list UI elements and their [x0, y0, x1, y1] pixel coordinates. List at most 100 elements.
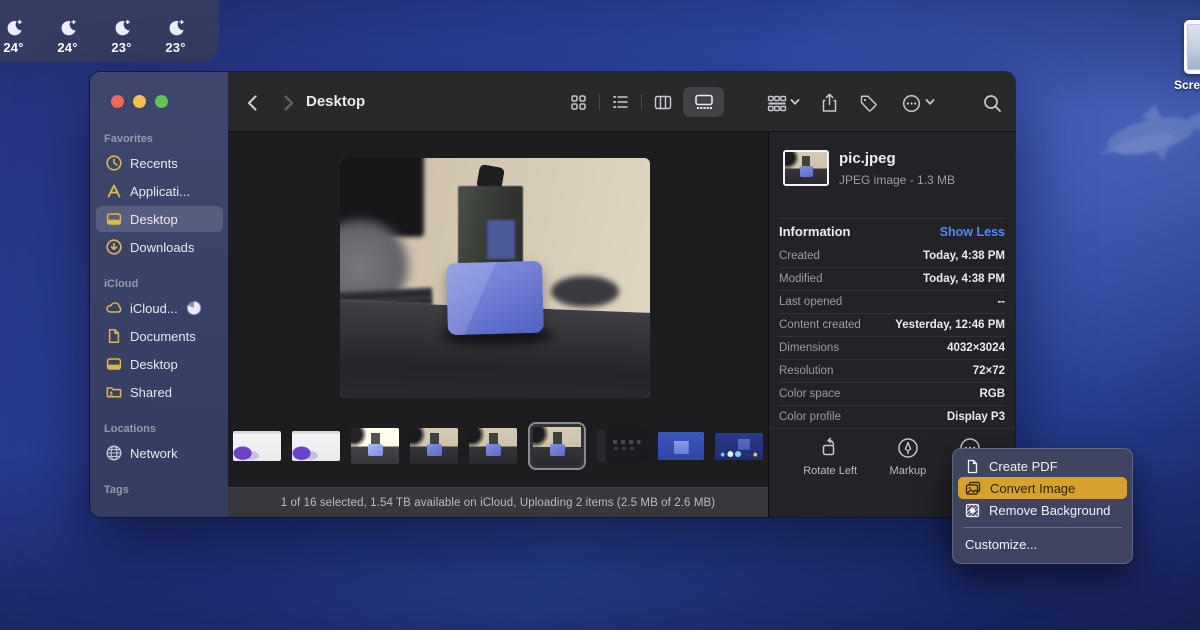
- sidebar-item-downloads[interactable]: Downloads: [96, 234, 223, 260]
- sidebar-item-desktop-icloud[interactable]: Desktop: [96, 351, 223, 377]
- sidebar-section-favorites: Favorites: [104, 133, 153, 145]
- zoom-button[interactable]: [155, 95, 168, 108]
- preview-image[interactable]: [340, 158, 650, 398]
- weather-hour: 23°: [94, 18, 149, 55]
- info-value: --: [997, 296, 1005, 308]
- sync-progress-badge: [187, 301, 201, 315]
- group-button[interactable]: [764, 90, 790, 116]
- info-label: Created: [779, 250, 820, 262]
- cloud-icon: [105, 299, 123, 317]
- window-title: Desktop: [306, 72, 365, 132]
- weather-hour: 24°: [40, 18, 95, 55]
- info-table: CreatedToday, 4:38 PM ModifiedToday, 4:3…: [779, 244, 1005, 428]
- back-button[interactable]: [239, 90, 265, 116]
- chevron-down-icon: [790, 98, 800, 106]
- moon-stars-icon: [166, 18, 186, 38]
- markup-icon: [897, 437, 919, 459]
- thumbnail-6-selected[interactable]: [528, 422, 586, 470]
- info-row-content-created: Content createdYesterday, 12:46 PM: [779, 313, 1005, 336]
- share-button[interactable]: [816, 90, 842, 116]
- list-view-button[interactable]: [600, 87, 641, 117]
- finder-toolbar: Desktop: [228, 72, 1015, 132]
- desktop-window-icon: [105, 355, 123, 373]
- menu-item-customize[interactable]: Customize...: [958, 533, 1127, 555]
- gallery-view-icon: [694, 94, 714, 110]
- thumbnail-9[interactable]: [715, 433, 763, 460]
- menu-separator: [963, 527, 1122, 528]
- thumbnail-1[interactable]: [233, 431, 281, 461]
- thumbnail-8[interactable]: [658, 432, 704, 460]
- sidebar-item-icloud-drive[interactable]: iCloud...: [96, 295, 223, 321]
- file-name: pic.jpeg: [839, 150, 896, 167]
- show-less-link[interactable]: Show Less: [940, 225, 1005, 239]
- thumbnail-2[interactable]: [292, 431, 340, 461]
- sidebar-item-applications[interactable]: Applicati...: [96, 178, 223, 204]
- globe-icon: [105, 444, 123, 462]
- sidebar-section-locations: Locations: [104, 423, 156, 435]
- icon-view-icon: [570, 94, 587, 111]
- desktop-file-screenshot[interactable]: Scre: [1170, 20, 1200, 92]
- gallery-view-button[interactable]: [683, 87, 724, 117]
- menu-item-remove-background[interactable]: Remove Background: [958, 499, 1127, 521]
- sidebar-item-desktop[interactable]: Desktop: [96, 206, 223, 232]
- info-value: 72×72: [973, 365, 1005, 377]
- info-row-modified: ModifiedToday, 4:38 PM: [779, 267, 1005, 290]
- minimize-button[interactable]: [133, 95, 146, 108]
- search-button[interactable]: [979, 90, 1005, 116]
- sidebar-item-shared[interactable]: Shared: [96, 379, 223, 405]
- traffic-lights: [111, 95, 168, 108]
- moon-stars-icon: [58, 18, 78, 38]
- finder-sidebar: Favorites Recents Applicati... Desktop D…: [90, 72, 228, 517]
- info-row-last-opened: Last opened--: [779, 290, 1005, 313]
- info-value: RGB: [979, 388, 1005, 400]
- more-actions-button[interactable]: [898, 90, 924, 116]
- forward-button[interactable]: [276, 90, 302, 116]
- sidebar-item-network[interactable]: Network: [96, 440, 223, 466]
- remove-background-icon: [965, 503, 980, 518]
- info-value: Yesterday, 12:46 PM: [895, 319, 1005, 331]
- sidebar-section-icloud: iCloud: [104, 278, 138, 290]
- markup-button[interactable]: Markup: [890, 429, 927, 486]
- menu-item-convert-image[interactable]: Convert Image: [958, 477, 1127, 499]
- chevron-left-icon: [246, 94, 258, 112]
- info-value: Display P3: [947, 411, 1005, 423]
- thumbnail-strip: [228, 420, 768, 472]
- clock-icon: [105, 154, 123, 172]
- thumbnail-4[interactable]: [410, 428, 458, 464]
- moon-stars-icon: [4, 18, 24, 38]
- rotate-left-button[interactable]: Rotate Left: [803, 429, 857, 486]
- close-button[interactable]: [111, 95, 124, 108]
- thumbnail-3[interactable]: [351, 428, 399, 464]
- thumbnail-5[interactable]: [469, 428, 517, 464]
- column-view-button[interactable]: [642, 87, 683, 117]
- sidebar-item-recents[interactable]: Recents: [96, 150, 223, 176]
- rotate-left-icon: [819, 437, 841, 459]
- info-label: Modified: [779, 273, 822, 285]
- info-label: Color profile: [779, 411, 841, 423]
- weather-widget[interactable]: 24° 24° 23° 23°: [0, 0, 219, 62]
- info-row-resolution: Resolution72×72: [779, 359, 1005, 382]
- screen: 24° 24° 23° 23° Scre Favorites: [0, 0, 1200, 630]
- sidebar-item-label: iCloud...: [130, 301, 178, 316]
- weather-hour: 23°: [148, 18, 203, 55]
- sidebar-item-label: Desktop: [130, 212, 178, 227]
- menu-item-label: Create PDF: [989, 459, 1058, 474]
- menu-item-label: Remove Background: [989, 503, 1110, 518]
- info-value: 4032×3024: [947, 342, 1005, 354]
- file-meta: JPEG image - 1.3 MB: [839, 173, 955, 187]
- temperature-label: 23°: [111, 40, 131, 55]
- sidebar-section-tags: Tags: [104, 484, 129, 496]
- file-thumbnail[interactable]: [783, 150, 829, 186]
- thumbnail-7[interactable]: [597, 430, 647, 462]
- sidebar-item-label: Documents: [130, 329, 196, 344]
- list-view-icon: [612, 94, 630, 110]
- icon-view-button[interactable]: [558, 87, 599, 117]
- sidebar-item-label: Applicati...: [130, 184, 190, 199]
- tag-button[interactable]: [855, 90, 881, 116]
- information-title: Information: [779, 224, 851, 239]
- info-row-color-profile: Color profile Display P3: [779, 405, 1005, 428]
- weather-hour: 24°: [0, 18, 41, 55]
- sidebar-item-documents[interactable]: Documents: [96, 323, 223, 349]
- menu-item-create-pdf[interactable]: Create PDF: [958, 455, 1127, 477]
- temperature-label: 23°: [165, 40, 185, 55]
